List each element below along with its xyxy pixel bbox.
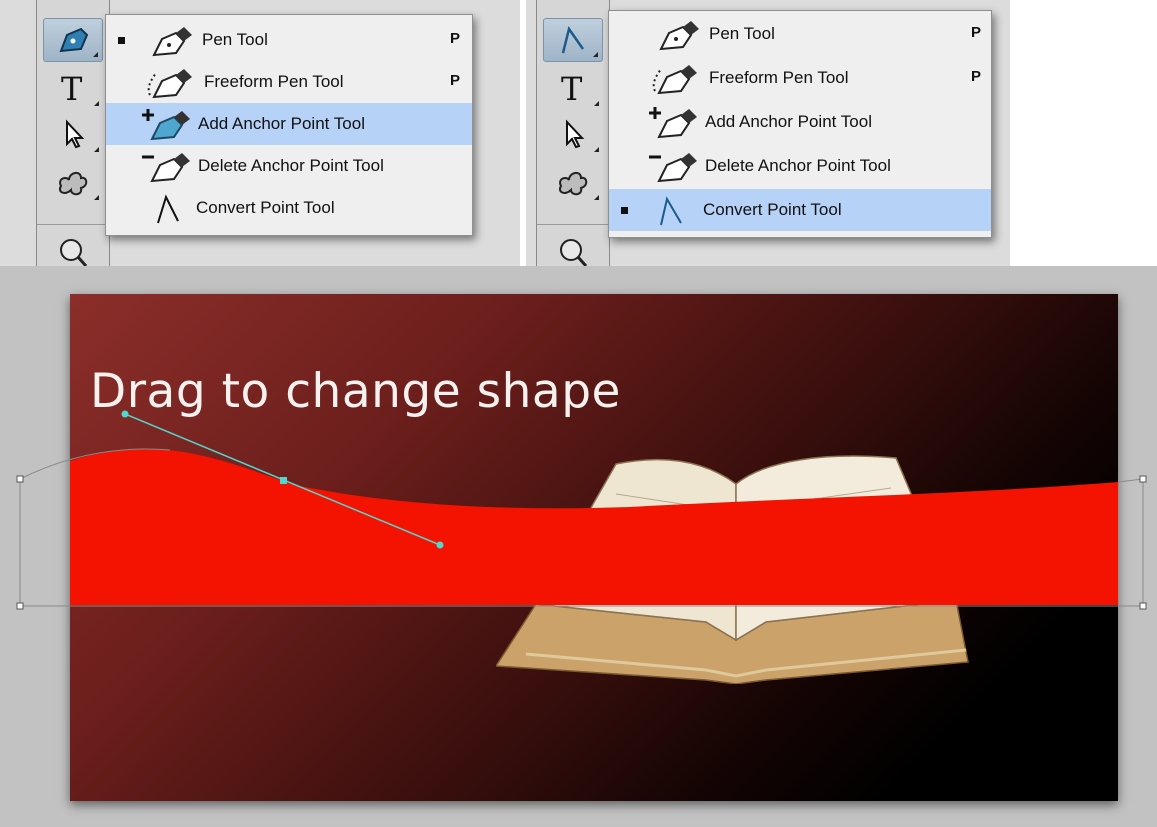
menu-item-label: Delete Anchor Point Tool: [198, 156, 384, 175]
path-outline: [1117, 478, 1144, 483]
add-anchor-point-icon: [649, 107, 697, 139]
freeform-pen-icon: [652, 65, 697, 95]
convert-point-icon: [561, 26, 585, 54]
tool-path-selection[interactable]: [543, 112, 603, 156]
direction-handle[interactable]: [121, 410, 129, 418]
menu-item-shortcut: P: [450, 30, 461, 47]
menu-item-freeform-pen-tool[interactable]: Freeform Pen Tool P: [609, 57, 991, 99]
custom-shape-icon: [559, 172, 588, 196]
menu-item-label: Convert Point Tool: [703, 200, 842, 219]
menu-item-add-anchor-point-tool[interactable]: Add Anchor Point Tool: [609, 101, 991, 143]
delete-anchor-point-icon: [142, 153, 190, 183]
right-tools-panel: T Pen Tool P Freeform Pen Tool P Add Anc…: [526, 0, 1010, 268]
tool-pen[interactable]: [43, 18, 103, 62]
path-selection-icon: [566, 119, 585, 149]
menu-item-delete-anchor-point-tool[interactable]: Delete Anchor Point Tool: [609, 145, 991, 187]
menu-item-convert-point-tool[interactable]: Convert Point Tool: [106, 187, 472, 229]
menu-item-label: Pen Tool: [709, 24, 775, 43]
zoom-icon: [60, 239, 88, 267]
tools-strip: T: [36, 0, 110, 268]
path-selection-icon: [66, 119, 85, 149]
zoom-icon: [560, 239, 588, 267]
tool-zoom[interactable]: [543, 230, 603, 268]
delete-anchor-point-icon: [649, 153, 697, 183]
menu-item-label: Delete Anchor Point Tool: [705, 156, 891, 175]
document-canvas: Drag to change shape: [0, 266, 1157, 827]
tool-path-selection[interactable]: [43, 112, 103, 156]
anchor-point[interactable]: [1139, 475, 1147, 483]
menu-item-label: Convert Point Tool: [196, 198, 335, 217]
menu-item-shortcut: P: [971, 68, 982, 85]
selected-anchor-point[interactable]: [280, 477, 287, 484]
freeform-pen-icon: [147, 69, 192, 99]
menu-item-delete-anchor-point-tool[interactable]: Delete Anchor Point Tool: [106, 145, 472, 187]
menu-item-shortcut: P: [450, 72, 461, 89]
menu-item-label: Freeform Pen Tool: [204, 72, 344, 91]
path-outline: [19, 448, 171, 480]
add-anchor-point-icon: [142, 109, 190, 141]
menu-item-label: Pen Tool: [202, 30, 268, 49]
type-icon: T: [561, 70, 583, 106]
pen-icon: [59, 27, 89, 53]
pen-icon: [659, 21, 699, 51]
svg-text:T: T: [561, 70, 583, 106]
menu-item-pen-tool[interactable]: Pen Tool P: [106, 19, 472, 61]
menu-item-label: Add Anchor Point Tool: [198, 114, 365, 133]
menu-item-freeform-pen-tool[interactable]: Freeform Pen Tool P: [106, 61, 472, 103]
pen-icon: [152, 27, 192, 57]
tool-type[interactable]: T: [543, 66, 603, 110]
menu-item-pen-tool[interactable]: Pen Tool P: [609, 13, 991, 55]
pen-tools-menu: Pen Tool P Freeform Pen Tool P Add Ancho…: [608, 10, 992, 238]
left-tools-panel: T Pen Tool P Freeform Pen Tool P Add Anc…: [0, 0, 520, 268]
tool-custom-shape[interactable]: [543, 160, 603, 204]
direction-handle[interactable]: [436, 541, 444, 549]
menu-item-shortcut: P: [971, 24, 982, 41]
anchor-point[interactable]: [16, 475, 24, 483]
selected-marker: [118, 37, 125, 44]
pen-tools-menu: Pen Tool P Freeform Pen Tool P Add Ancho…: [105, 14, 473, 236]
menu-item-convert-point-tool[interactable]: Convert Point Tool: [609, 189, 991, 231]
selected-marker: [621, 207, 628, 214]
type-icon: T: [61, 70, 83, 106]
tools-strip: T: [536, 0, 610, 268]
tool-custom-shape[interactable]: [43, 160, 103, 204]
path-overlay: [16, 410, 1147, 610]
svg-text:T: T: [61, 70, 83, 106]
menu-item-label: Freeform Pen Tool: [709, 68, 849, 87]
convert-point-icon: [660, 196, 682, 226]
custom-shape-icon: [59, 172, 88, 196]
tool-zoom[interactable]: [43, 230, 103, 268]
menu-item-add-anchor-point-tool[interactable]: Add Anchor Point Tool: [106, 103, 472, 145]
anchor-point[interactable]: [16, 602, 24, 610]
anchor-point[interactable]: [1139, 602, 1147, 610]
tool-type[interactable]: T: [43, 66, 103, 110]
tool-convert-point[interactable]: [543, 18, 603, 62]
menu-item-label: Add Anchor Point Tool: [705, 112, 872, 131]
